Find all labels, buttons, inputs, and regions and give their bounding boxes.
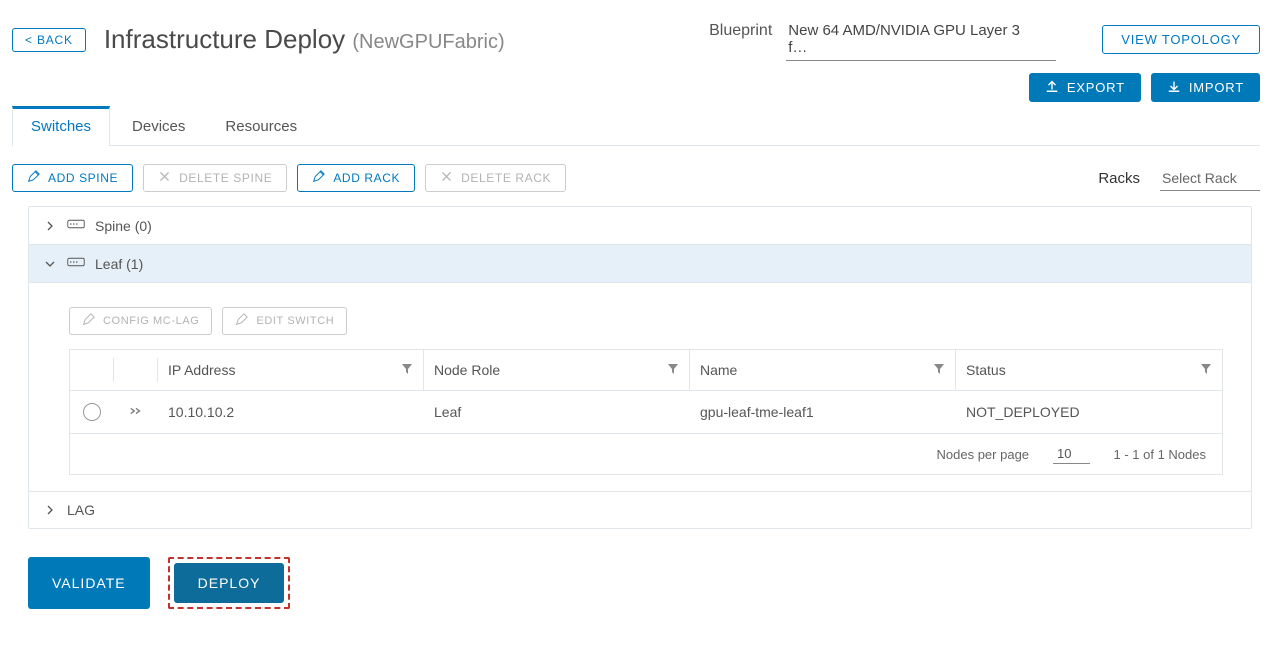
deploy-button[interactable]: DEPLOY [174, 563, 285, 603]
per-page-value: 10 [1057, 446, 1071, 461]
th-role[interactable]: Node Role [424, 350, 690, 390]
per-page-label: Nodes per page [937, 447, 1030, 462]
table-header: IP Address Node Role Name [70, 350, 1222, 391]
pencil-icon [235, 313, 248, 329]
import-button[interactable]: IMPORT [1151, 73, 1260, 102]
racks-select[interactable]: Select Rack [1160, 166, 1260, 191]
add-rack-label: ADD RACK [333, 171, 400, 185]
device-icon [67, 255, 85, 272]
cell-name: gpu-leaf-tme-leaf1 [690, 392, 956, 432]
filter-icon[interactable] [933, 362, 945, 378]
blueprint-group: Blueprint New 64 AMD/NVIDIA GPU Layer 3 … [709, 18, 1056, 61]
radio-icon[interactable] [83, 403, 101, 421]
export-button[interactable]: EXPORT [1029, 73, 1141, 102]
per-page-select[interactable]: 10 [1053, 444, 1089, 464]
export-label: EXPORT [1067, 80, 1125, 95]
th-ip-label: IP Address [168, 362, 235, 378]
th-name-label: Name [700, 362, 737, 378]
import-label: IMPORT [1189, 80, 1244, 95]
table-row[interactable]: 10.10.10.2 Leaf gpu-leaf-tme-leaf1 NOT_D… [70, 391, 1222, 434]
add-rack-button[interactable]: ADD RACK [297, 164, 415, 192]
row-expand[interactable] [114, 392, 158, 433]
accordion-lag[interactable]: LAG [29, 492, 1251, 528]
table-footer: Nodes per page 10 1 - 1 of 1 Nodes [70, 434, 1222, 474]
pencil-icon [82, 313, 95, 329]
delete-rack-button: DELETE RACK [425, 164, 566, 192]
delete-spine-button: DELETE SPINE [143, 164, 287, 192]
blueprint-select[interactable]: New 64 AMD/NVIDIA GPU Layer 3 f… [786, 18, 1056, 61]
edit-switch-label: EDIT SWITCH [256, 315, 334, 327]
range-label: 1 - 1 of 1 Nodes [1114, 447, 1207, 462]
deploy-highlight: DEPLOY [168, 557, 291, 609]
cell-role: Leaf [424, 392, 690, 432]
pencil-icon [27, 170, 40, 186]
device-icon [67, 217, 85, 234]
th-select [70, 358, 114, 382]
page-title-text: Infrastructure Deploy [104, 24, 345, 54]
lag-label: LAG [67, 502, 95, 518]
cell-status: NOT_DEPLOYED [956, 392, 1222, 432]
filter-icon[interactable] [1200, 362, 1212, 378]
tab-resources[interactable]: Resources [207, 106, 315, 145]
th-expand [114, 358, 158, 382]
chevron-down-icon [43, 257, 57, 271]
chevron-right-icon [43, 503, 57, 517]
config-mclag-button: CONFIG MC-LAG [69, 307, 212, 335]
row-select[interactable] [70, 391, 114, 433]
leaf-body: CONFIG MC-LAG EDIT SWITCH IP Address [29, 283, 1251, 492]
delete-spine-label: DELETE SPINE [179, 171, 272, 185]
switches-toolbar: ADD SPINE DELETE SPINE ADD RACK DELETE R… [12, 146, 1260, 206]
blueprint-value: New 64 AMD/NVIDIA GPU Layer 3 f… [788, 22, 1020, 56]
main-tabs: Switches Devices Resources [12, 106, 1260, 146]
racks-label: Racks [1098, 170, 1140, 187]
leaf-table: IP Address Node Role Name [69, 349, 1223, 475]
page-title: Infrastructure Deploy (NewGPUFabric) [104, 24, 505, 55]
back-button[interactable]: < BACK [12, 28, 86, 52]
page-footer: VALIDATE DEPLOY [12, 529, 1260, 615]
config-mclag-label: CONFIG MC-LAG [103, 315, 199, 327]
switch-accordion: Spine (0) Leaf (1) CONFIG MC-LAG [28, 206, 1252, 529]
upload-icon [1045, 79, 1059, 96]
export-import-row: EXPORT IMPORT [12, 71, 1260, 106]
tab-switches[interactable]: Switches [12, 106, 110, 146]
th-role-label: Node Role [434, 362, 500, 378]
close-icon [440, 170, 453, 186]
filter-icon[interactable] [667, 362, 679, 378]
th-name[interactable]: Name [690, 350, 956, 390]
page-header: < BACK Infrastructure Deploy (NewGPUFabr… [12, 12, 1260, 71]
download-icon [1167, 79, 1181, 96]
add-spine-button[interactable]: ADD SPINE [12, 164, 133, 192]
add-spine-label: ADD SPINE [48, 171, 118, 185]
accordion-spine[interactable]: Spine (0) [29, 207, 1251, 245]
th-ip[interactable]: IP Address [158, 350, 424, 390]
accordion-leaf[interactable]: Leaf (1) [29, 245, 1251, 283]
expand-icon[interactable] [129, 404, 143, 421]
leaf-actions: CONFIG MC-LAG EDIT SWITCH [69, 307, 1223, 335]
page-title-context: (NewGPUFabric) [352, 31, 504, 53]
edit-switch-button: EDIT SWITCH [222, 307, 347, 335]
close-icon [158, 170, 171, 186]
filter-icon[interactable] [401, 362, 413, 378]
th-status-label: Status [966, 362, 1006, 378]
blueprint-label: Blueprint [709, 22, 772, 40]
leaf-label: Leaf (1) [95, 256, 143, 272]
validate-button[interactable]: VALIDATE [28, 557, 150, 609]
chevron-right-icon [43, 219, 57, 233]
cell-ip: 10.10.10.2 [158, 392, 424, 432]
spine-label: Spine (0) [95, 218, 152, 234]
view-topology-button[interactable]: VIEW TOPOLOGY [1102, 25, 1260, 54]
th-status[interactable]: Status [956, 350, 1222, 390]
delete-rack-label: DELETE RACK [461, 171, 551, 185]
tab-devices[interactable]: Devices [114, 106, 203, 145]
racks-value: Select Rack [1162, 170, 1237, 186]
pencil-icon [312, 170, 325, 186]
